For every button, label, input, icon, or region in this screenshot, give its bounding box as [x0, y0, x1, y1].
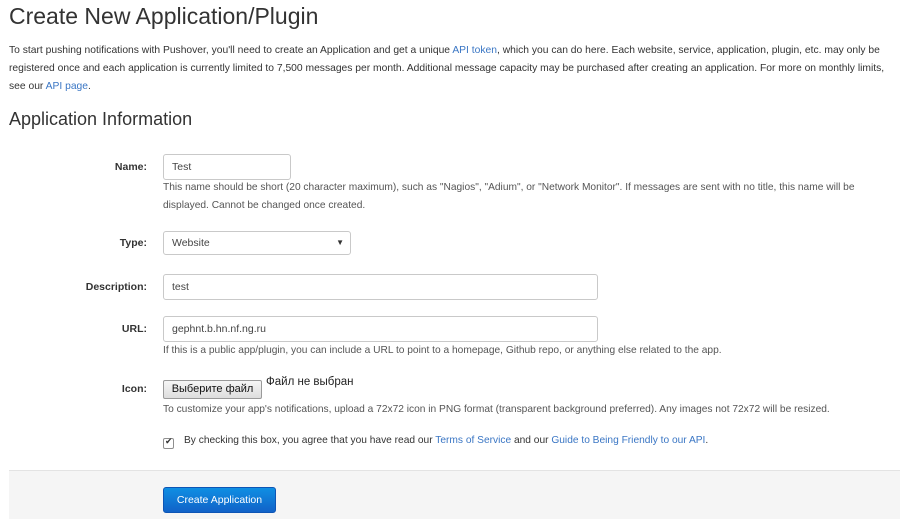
api-guide-link[interactable]: Guide to Being Friendly to our API: [551, 435, 705, 446]
agreement-text-2: and our: [511, 435, 552, 446]
name-help-text: This name should be short (20 character …: [163, 182, 855, 211]
type-select[interactable]: Website ▼: [163, 231, 351, 255]
agree-checkbox[interactable]: ✔: [163, 436, 174, 449]
choose-file-button[interactable]: Выберите файл: [163, 380, 262, 399]
file-status-text: Файл не выбран: [266, 376, 354, 388]
checkmark-icon: ✔: [165, 436, 173, 446]
url-label: URL:: [121, 323, 147, 335]
chevron-down-icon: ▼: [336, 238, 344, 247]
icon-label: Icon:: [121, 383, 147, 395]
agreement-text-1: By checking this box, you agree that you…: [184, 435, 436, 446]
section-title: Application Information: [9, 109, 193, 129]
name-input[interactable]: Test: [163, 154, 291, 180]
intro-text-1: To start pushing notifications with Push…: [9, 45, 453, 56]
url-input[interactable]: gephnt.b.hn.nf.ng.ru: [163, 316, 598, 342]
form-actions-bar: [9, 470, 900, 519]
description-label: Description:: [85, 281, 147, 293]
intro-paragraph: To start pushing notifications with Push…: [9, 42, 899, 96]
url-help-text: If this is a public app/plugin, you can …: [163, 345, 722, 356]
intro-text-3: .: [88, 81, 91, 92]
agreement-text-3: .: [705, 435, 709, 446]
name-label: Name:: [114, 161, 147, 173]
type-label: Type:: [119, 237, 147, 249]
description-input[interactable]: test: [163, 274, 598, 300]
icon-help-text: To customize your app's notifications, u…: [163, 404, 830, 415]
agreement-text: By checking this box, you agree that you…: [184, 435, 708, 446]
terms-of-service-link[interactable]: Terms of Service: [435, 435, 511, 446]
create-application-button[interactable]: Create Application: [163, 487, 276, 513]
api-page-link[interactable]: API page: [46, 81, 88, 92]
type-select-value: Website: [172, 237, 210, 249]
page-title: Create New Application/Plugin: [9, 3, 319, 29]
api-token-link[interactable]: API token: [452, 45, 497, 56]
